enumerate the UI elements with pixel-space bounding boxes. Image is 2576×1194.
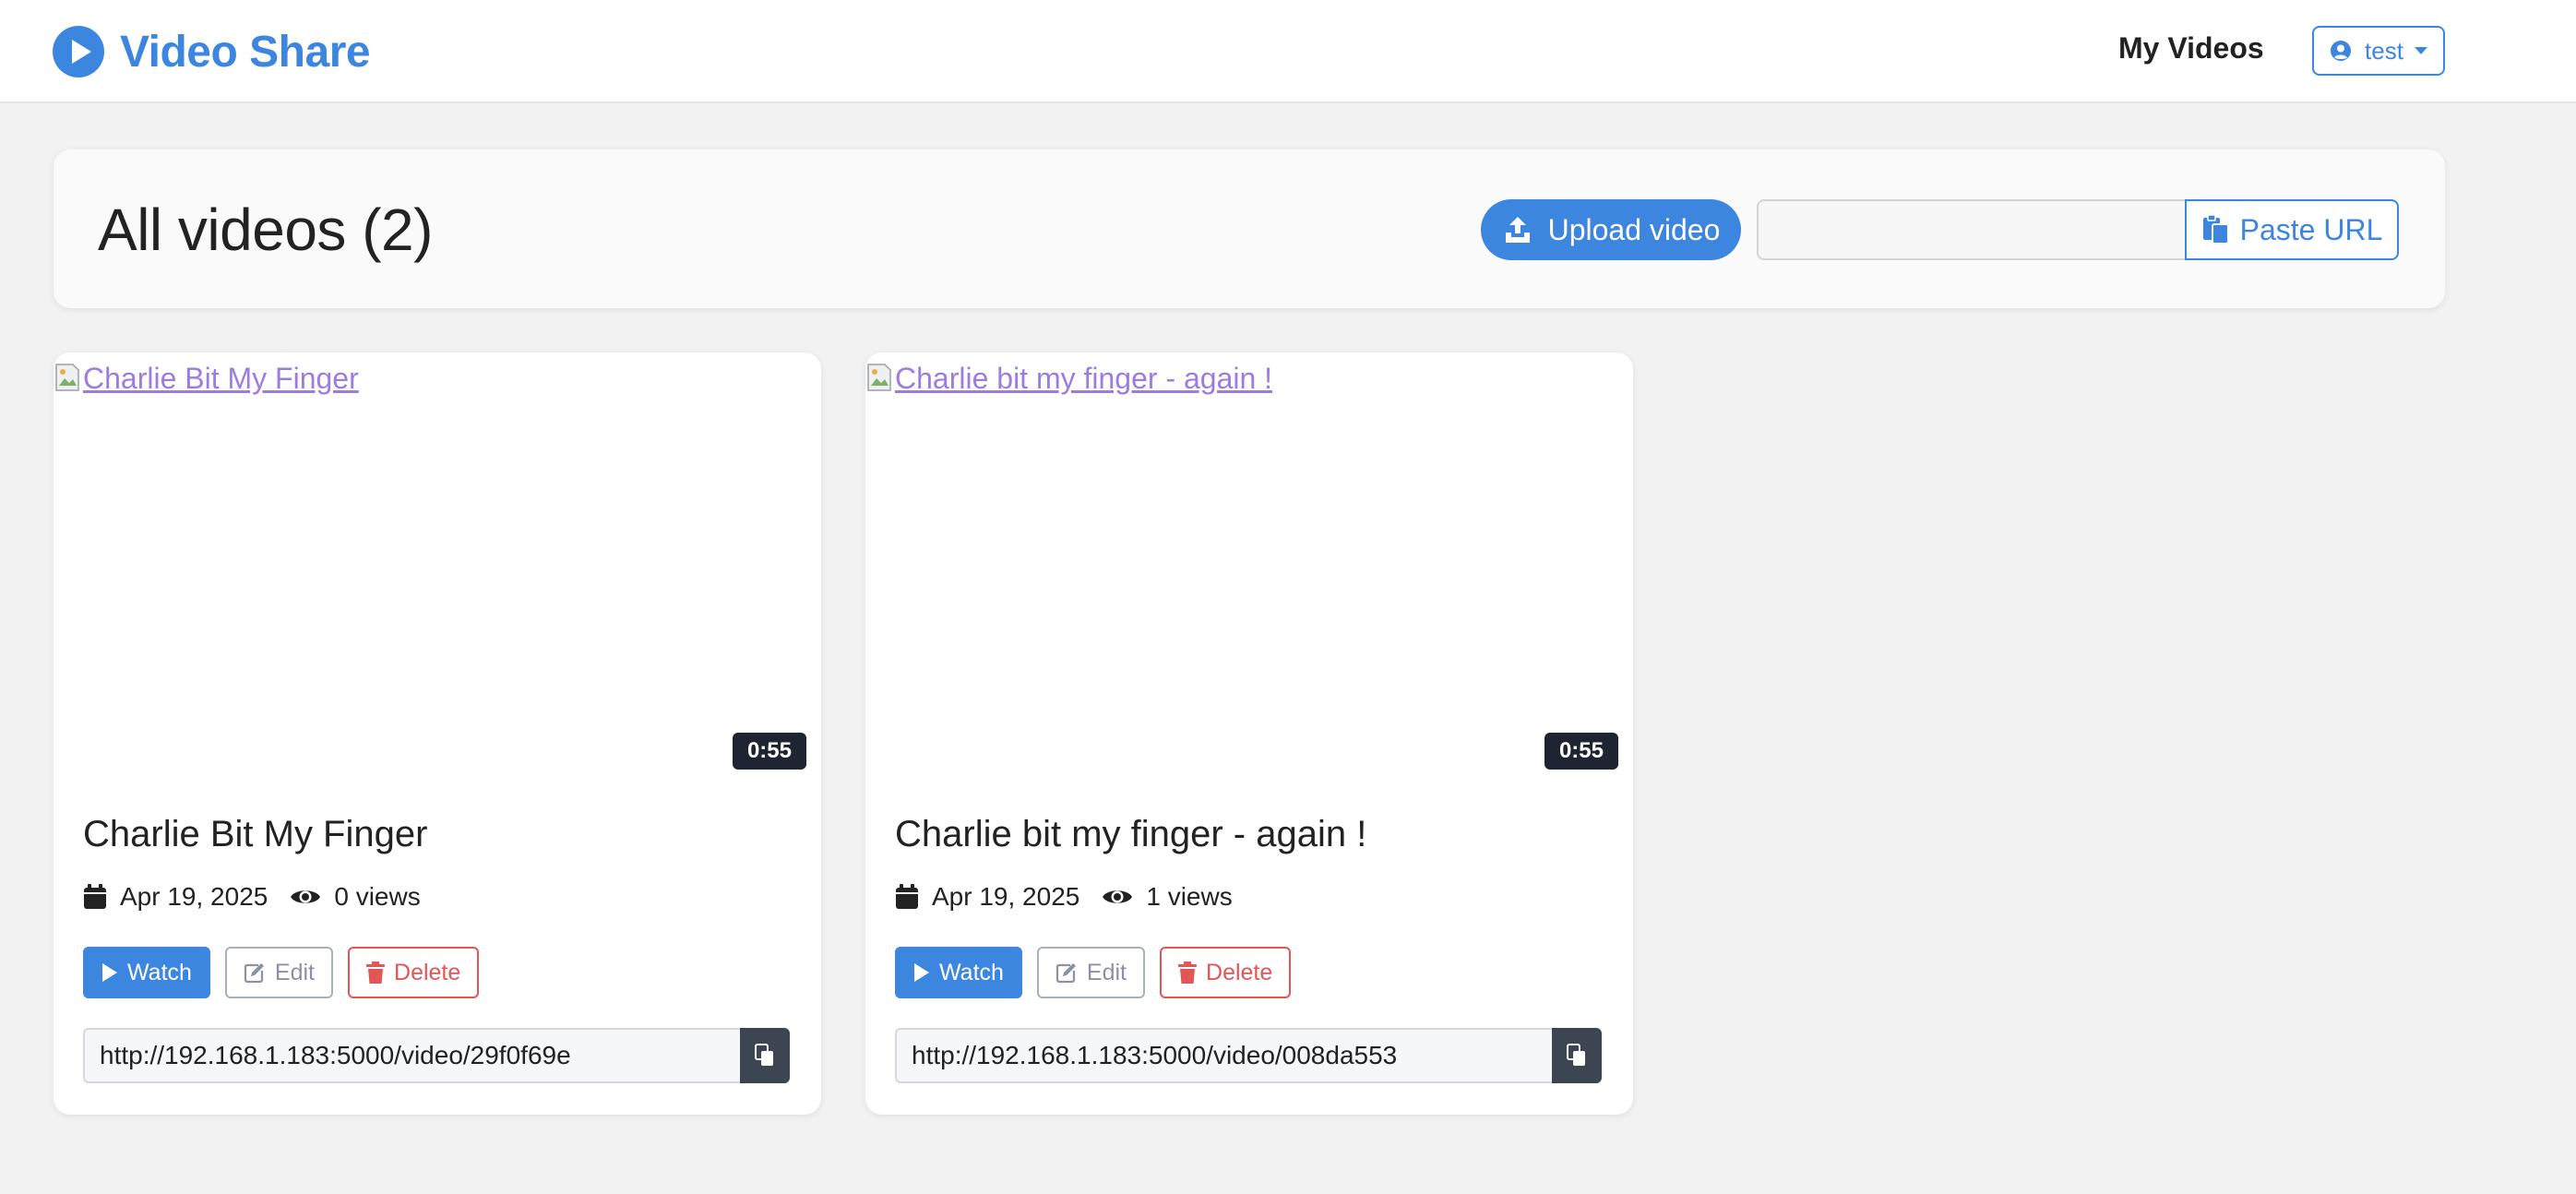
video-meta: Apr 19, 2025 1 views bbox=[895, 882, 1233, 912]
navbar: Video Share My Videos test bbox=[0, 0, 2576, 103]
nav-my-videos[interactable]: My Videos bbox=[2118, 31, 2264, 66]
upload-label: Upload video bbox=[1547, 212, 1721, 246]
copy-icon bbox=[1567, 1044, 1585, 1066]
edit-label: Edit bbox=[1086, 959, 1127, 985]
watch-button[interactable]: Watch bbox=[895, 947, 1022, 998]
video-meta: Apr 19, 2025 0 views bbox=[83, 882, 421, 912]
video-title[interactable]: Charlie Bit My Finger bbox=[83, 814, 427, 855]
video-card: Charlie Bit My Finger 0:55 Charlie Bit M… bbox=[54, 352, 821, 1115]
edit-button[interactable]: Edit bbox=[224, 947, 334, 998]
duration-badge: 0:55 bbox=[732, 733, 806, 770]
page-title: All videos (2) bbox=[98, 197, 433, 263]
video-card: Charlie bit my finger - again ! 0:55 Cha… bbox=[865, 352, 1633, 1115]
copy-link-button[interactable] bbox=[1552, 1028, 1602, 1083]
brand-link[interactable]: Video Share bbox=[52, 24, 371, 79]
video-title[interactable]: Charlie bit my finger - again ! bbox=[895, 814, 1366, 855]
edit-icon bbox=[1055, 963, 1076, 984]
share-link-field[interactable]: http://192.168.1.183:5000/video/008da553 bbox=[895, 1028, 1552, 1083]
video-views: 0 views bbox=[334, 882, 421, 911]
user-name: test bbox=[2365, 36, 2403, 65]
watch-label: Watch bbox=[127, 959, 192, 985]
delete-button[interactable]: Delete bbox=[348, 947, 480, 998]
calendar-icon bbox=[84, 884, 106, 909]
edit-button[interactable]: Edit bbox=[1036, 947, 1146, 998]
url-input[interactable] bbox=[1757, 199, 2185, 260]
play-circle-icon bbox=[53, 26, 104, 78]
watch-label: Watch bbox=[939, 959, 1004, 985]
video-date: Apr 19, 2025 bbox=[120, 882, 268, 911]
broken-image-icon bbox=[867, 364, 891, 391]
upload-video-button[interactable]: Upload video bbox=[1481, 199, 1741, 260]
paste-url-button[interactable]: Paste URL bbox=[2185, 199, 2399, 260]
delete-button[interactable]: Delete bbox=[1160, 947, 1292, 998]
watch-button[interactable]: Watch bbox=[83, 947, 210, 998]
play-icon bbox=[102, 963, 117, 982]
eye-icon bbox=[1103, 890, 1133, 903]
duration-badge: 0:55 bbox=[1544, 733, 1618, 770]
video-thumbnail[interactable]: Charlie Bit My Finger 0:55 bbox=[54, 352, 821, 788]
header-card: All videos (2) Upload video Paste URL bbox=[54, 149, 2445, 308]
play-icon bbox=[914, 963, 929, 982]
edit-icon bbox=[244, 963, 264, 984]
trash-icon bbox=[366, 961, 386, 984]
video-date: Apr 19, 2025 bbox=[932, 882, 1080, 911]
paste-icon bbox=[2202, 214, 2229, 245]
video-actions: Watch Edit Delete bbox=[83, 947, 494, 998]
edit-label: Edit bbox=[274, 959, 316, 985]
thumbnail-alt-text: Charlie Bit My Finger bbox=[83, 362, 359, 395]
thumbnail-alt-link[interactable]: Charlie bit my finger - again ! bbox=[865, 362, 1272, 396]
share-link-field[interactable]: http://192.168.1.183:5000/video/29f0f69e bbox=[83, 1028, 740, 1083]
chevron-down-icon bbox=[2414, 47, 2427, 54]
delete-label: Delete bbox=[394, 959, 461, 985]
trash-icon bbox=[1178, 961, 1198, 984]
thumbnail-alt-link[interactable]: Charlie Bit My Finger bbox=[54, 362, 359, 396]
video-views: 1 views bbox=[1146, 882, 1233, 911]
user-menu-button[interactable]: test bbox=[2312, 26, 2445, 76]
video-actions: Watch Edit Delete bbox=[895, 947, 1306, 998]
upload-icon bbox=[1505, 217, 1530, 243]
broken-image-icon bbox=[55, 364, 79, 391]
video-thumbnail[interactable]: Charlie bit my finger - again ! 0:55 bbox=[865, 352, 1633, 788]
paste-label: Paste URL bbox=[2239, 212, 2383, 246]
copy-icon bbox=[755, 1044, 773, 1066]
user-circle-icon bbox=[2331, 41, 2352, 61]
eye-icon bbox=[291, 890, 321, 903]
thumbnail-alt-text: Charlie bit my finger - again ! bbox=[895, 362, 1273, 395]
delete-label: Delete bbox=[1206, 959, 1273, 985]
calendar-icon bbox=[896, 884, 918, 909]
copy-link-button[interactable] bbox=[740, 1028, 790, 1083]
brand-text: Video Share bbox=[120, 27, 371, 77]
